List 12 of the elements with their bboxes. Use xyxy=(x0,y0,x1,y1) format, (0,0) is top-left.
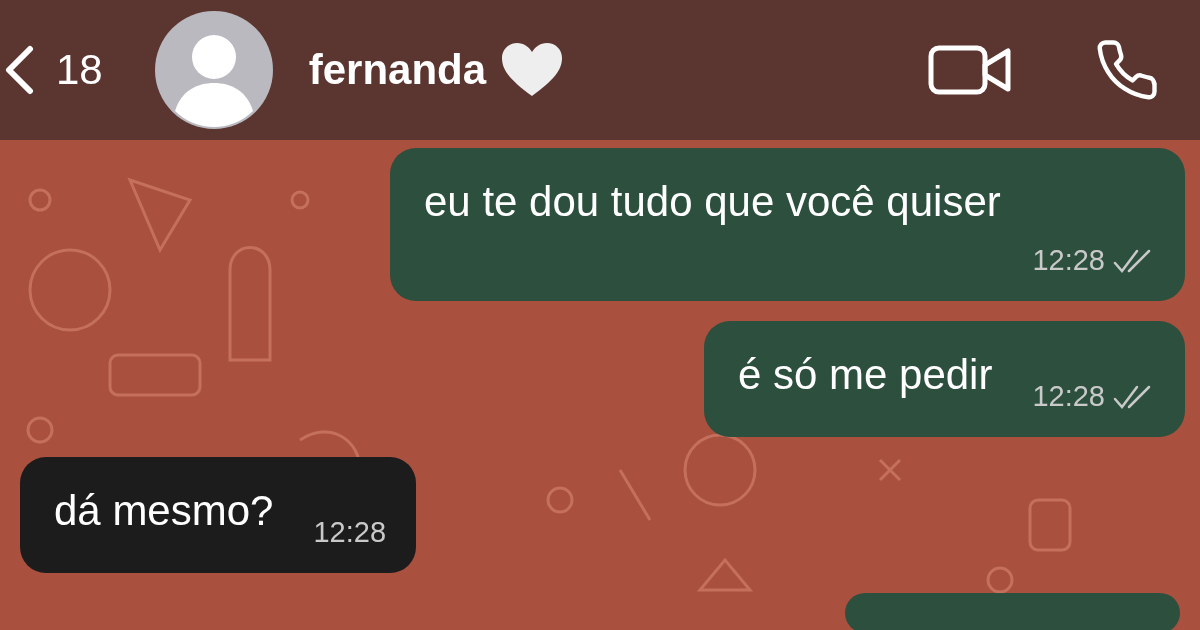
chevron-left-icon xyxy=(4,45,34,95)
message-time: 12:28 xyxy=(1032,380,1105,413)
heart-icon xyxy=(500,42,565,98)
video-call-icon[interactable] xyxy=(928,45,1012,95)
back-button[interactable]: 18 xyxy=(0,45,103,95)
message-time: 12:28 xyxy=(313,516,386,549)
message-text: é só me pedir xyxy=(737,351,993,400)
message-text: eu te dou tudo que você quiser xyxy=(424,178,1002,227)
contact-name: fernanda xyxy=(308,46,487,94)
message-text: dá mesmo? xyxy=(54,487,274,536)
avatar-placeholder-icon xyxy=(154,11,273,129)
message-time: 12:28 xyxy=(1032,244,1105,277)
